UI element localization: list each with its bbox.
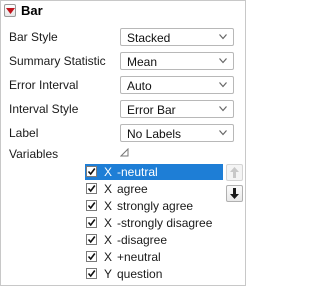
variable-name: agree	[117, 182, 148, 196]
variable-item-question[interactable]: Y question	[85, 266, 223, 282]
checkmark-icon	[87, 168, 96, 176]
variable-checkbox[interactable]	[86, 251, 97, 262]
checkmark-icon	[87, 270, 96, 278]
error-interval-label: Error Interval	[9, 78, 79, 92]
bar-style-value: Stacked	[127, 31, 171, 45]
move-down-button[interactable]	[226, 185, 243, 202]
variable-name: +neutral	[117, 250, 161, 264]
summary-statistic-label: Summary Statistic	[9, 54, 106, 68]
variable-checkbox[interactable]	[86, 200, 97, 211]
chevron-down-icon	[219, 58, 227, 64]
panel-header: Bar	[1, 1, 245, 23]
chevron-down-icon	[219, 34, 227, 40]
checkmark-icon	[87, 236, 96, 244]
label-setting-label: Label	[9, 126, 39, 140]
chevron-down-icon	[219, 82, 227, 88]
variable-name: -strongly disagree	[117, 216, 213, 230]
variable-name: question	[117, 267, 163, 281]
chevron-down-icon	[219, 130, 227, 136]
variable-item-neutral-plus[interactable]: X +neutral	[85, 249, 223, 265]
error-interval-combo[interactable]: Auto	[120, 76, 234, 94]
variable-checkbox[interactable]	[86, 217, 97, 228]
checkmark-icon	[87, 219, 96, 227]
summary-statistic-value: Mean	[127, 55, 158, 69]
arrow-up-icon	[230, 167, 239, 178]
interval-style-combo[interactable]: Error Bar	[120, 100, 234, 118]
interval-style-label: Interval Style	[9, 102, 79, 116]
variables-label: Variables	[9, 147, 59, 161]
variable-role: X	[104, 182, 113, 196]
collapse-button[interactable]	[4, 4, 16, 17]
triangle-down-red-icon	[6, 8, 15, 14]
variable-checkbox[interactable]	[86, 183, 97, 194]
checkmark-icon	[87, 253, 96, 261]
variable-checkbox[interactable]	[86, 166, 97, 177]
checkmark-icon	[87, 185, 96, 193]
move-up-button[interactable]	[226, 164, 243, 181]
bar-options-panel: Bar Bar Style Stacked Summary Statistic …	[0, 0, 246, 286]
label-setting-combo[interactable]: No Labels	[120, 124, 234, 142]
triangle-expand-icon[interactable]	[120, 148, 129, 157]
variable-item-neutral-minus[interactable]: X -neutral	[85, 164, 223, 180]
variable-item-disagree-minus[interactable]: X -disagree	[85, 232, 223, 248]
summary-statistic-combo[interactable]: Mean	[120, 52, 234, 70]
variable-role: X	[104, 216, 113, 230]
variable-checkbox[interactable]	[86, 234, 97, 245]
interval-style-value: Error Bar	[127, 103, 176, 117]
variable-role: X	[104, 250, 113, 264]
bar-style-label: Bar Style	[9, 30, 58, 44]
label-setting-value: No Labels	[127, 127, 182, 141]
variable-name: -neutral	[117, 165, 158, 179]
variable-role: X	[104, 165, 113, 179]
variable-name: strongly agree	[117, 199, 194, 213]
arrow-down-icon	[230, 188, 239, 199]
chevron-down-icon	[219, 106, 227, 112]
variable-name: -disagree	[117, 233, 168, 247]
variable-role: X	[104, 199, 113, 213]
bar-style-combo[interactable]: Stacked	[120, 28, 234, 46]
panel-title: Bar	[21, 3, 43, 18]
variable-checkbox[interactable]	[86, 268, 97, 279]
checkmark-icon	[87, 202, 96, 210]
variable-role: Y	[104, 267, 113, 281]
variable-item-strongly-agree[interactable]: X strongly agree	[85, 198, 223, 214]
variables-list: X -neutral X agree X strongly agree X -s…	[85, 164, 223, 284]
variable-item-agree[interactable]: X agree	[85, 181, 223, 197]
variable-item-strongly-disagree-minus[interactable]: X -strongly disagree	[85, 215, 223, 231]
error-interval-value: Auto	[127, 79, 152, 93]
variable-role: X	[104, 233, 113, 247]
